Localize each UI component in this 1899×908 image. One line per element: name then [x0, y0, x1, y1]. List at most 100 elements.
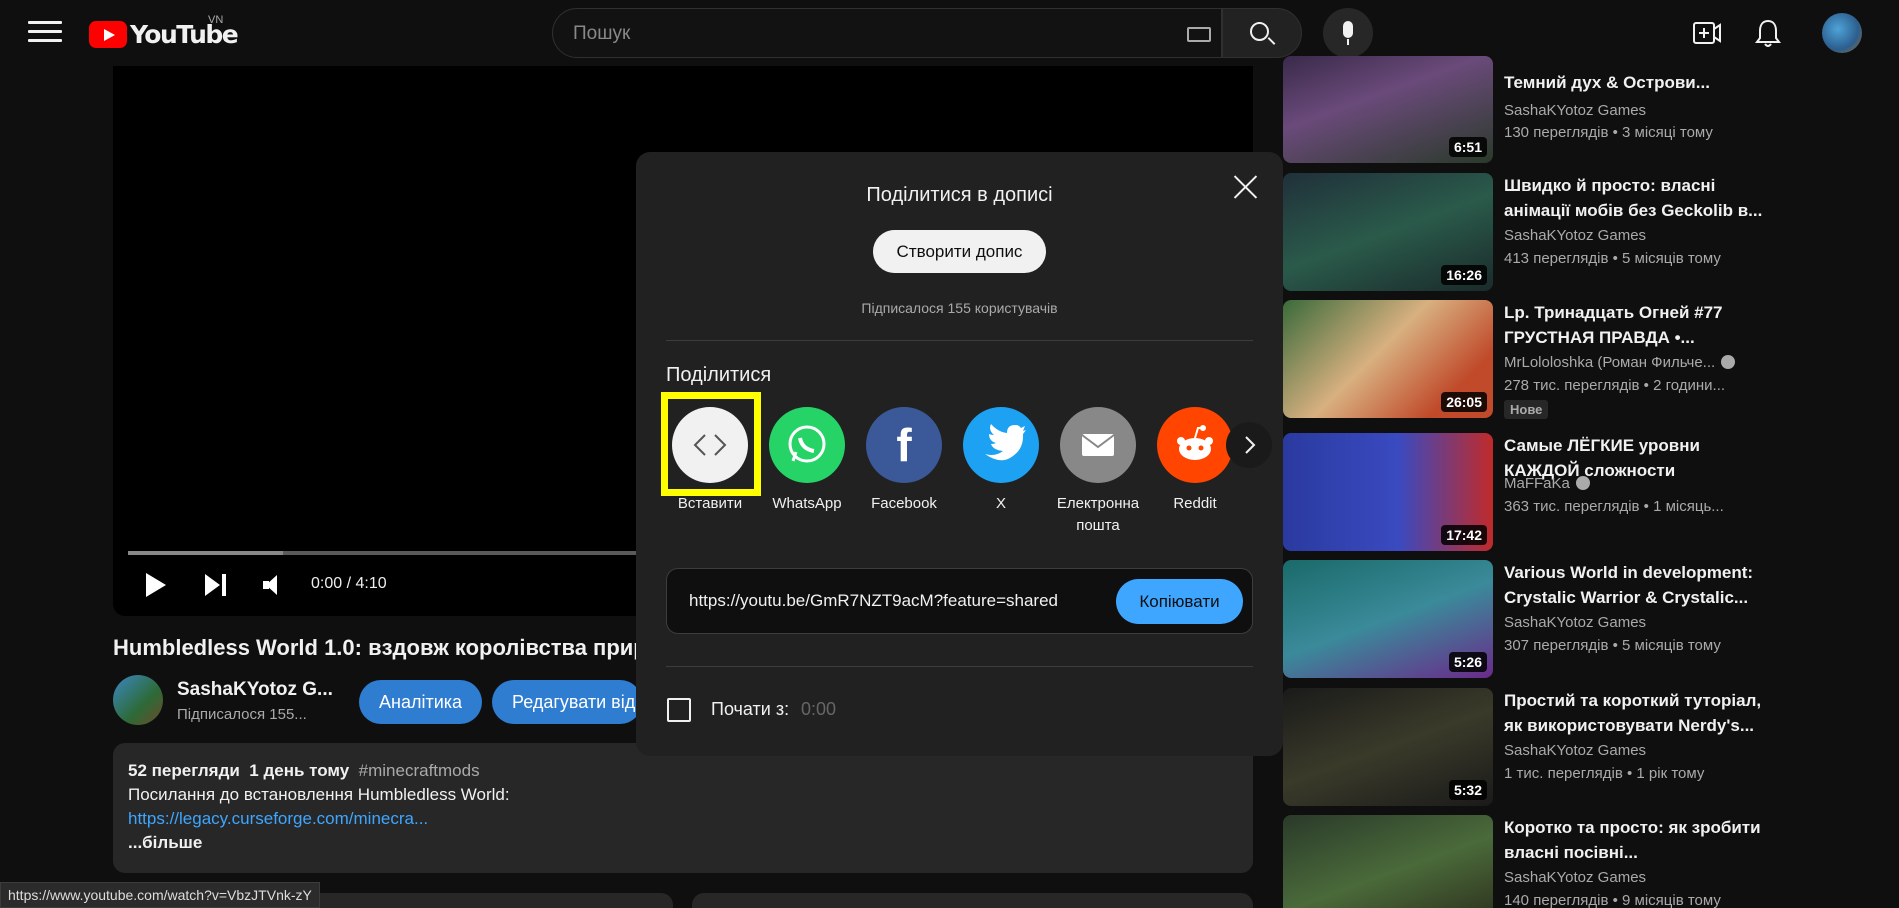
share-reddit-label: Reddit	[1173, 495, 1217, 512]
svg-text:f: f	[896, 419, 912, 471]
share-email-label: Електронна пошта	[1056, 495, 1140, 534]
verified-icon	[1721, 355, 1736, 369]
twitter-icon	[963, 407, 1039, 483]
dialog-title: Поділитися в дописі	[866, 184, 1053, 206]
recommended-meta: 413 переглядів • 5 місяців тому	[1504, 250, 1721, 267]
create-post-button[interactable]: Створити допис	[873, 230, 1046, 273]
upload-date: 1 день тому	[249, 761, 350, 780]
video-thumbnail[interactable]	[1283, 815, 1493, 908]
recommended-video[interactable]: Коротко та просто: як зробити власні пос…	[1283, 815, 1883, 908]
recommended-video[interactable]: 5:26 Various World in development: Crysta…	[1283, 560, 1883, 680]
recommended-meta: 278 тис. переглядів • 2 години...	[1504, 377, 1726, 394]
embed-highlight-box	[661, 392, 761, 496]
share-whatsapp-label: WhatsApp	[772, 495, 842, 512]
show-more-button[interactable]: ...більше	[128, 833, 1238, 853]
video-thumbnail[interactable]: 6:51	[1283, 56, 1493, 163]
share-dialog: Поділитися в дописі Створити допис Підпи…	[636, 152, 1283, 756]
subscribers-count: Підписалося 155 користувачів	[861, 300, 1058, 316]
account-avatar[interactable]	[1822, 13, 1862, 53]
channel-subscribers: Підписалося 155...	[177, 706, 307, 723]
description-text: Посилання до встановлення Humbledless Wo…	[128, 785, 510, 804]
recommended-channel[interactable]: SashaKYotoz Games	[1504, 869, 1646, 886]
share-embed-label: Вставити	[677, 495, 743, 512]
recommended-channel[interactable]: SashaKYotoz Games	[1504, 742, 1646, 759]
video-duration: 17:42	[1441, 525, 1487, 545]
recommended-video[interactable]: 26:05 Lp. Тринадцать Огней #77 ГРУСТНАЯ П…	[1283, 300, 1883, 420]
search-button[interactable]	[1222, 8, 1302, 58]
recommended-title[interactable]: Various World in development: Crystalic …	[1504, 560, 1764, 610]
youtube-play-icon	[89, 21, 127, 48]
recommended-video[interactable]: 16:26 Швидко й просто: власні анімації мо…	[1283, 173, 1883, 293]
recommended-video[interactable]: 6:51 Темний дух & Острови... SashaKYotoz G…	[1283, 56, 1883, 176]
progress-buffered	[128, 551, 284, 555]
edit-video-button[interactable]: Редагувати від	[492, 680, 642, 724]
video-thumbnail[interactable]: 26:05	[1283, 300, 1493, 418]
recommended-video[interactable]: 17:42 Самые ЛЁГКИЕ уровни КАЖДОЙ сложност…	[1283, 433, 1883, 553]
recommended-title[interactable]: Lp. Тринадцать Огней #77 ГРУСТНАЯ ПРАВДА…	[1504, 300, 1764, 350]
video-thumbnail[interactable]: 16:26	[1283, 173, 1493, 291]
recommended-meta: 307 переглядів • 5 місяців тому	[1504, 637, 1721, 654]
share-facebook-label: Facebook	[871, 495, 937, 512]
hashtag-link[interactable]: #minecraftmods	[359, 761, 480, 780]
share-scroll-next[interactable]	[1226, 422, 1272, 468]
recommended-title[interactable]: Простий та короткий туторіал, як викорис…	[1504, 688, 1764, 738]
share-url[interactable]: https://youtu.be/GmR7NZT9acM?feature=sha…	[689, 591, 1058, 611]
search-placeholder: Пошук	[573, 23, 631, 44]
channel-avatar[interactable]	[113, 675, 163, 725]
recommended-meta: 363 тис. переглядів • 1 місяць...	[1504, 498, 1724, 515]
recommended-channel[interactable]: MaFFaKa	[1504, 475, 1590, 492]
search-input[interactable]: Пошук	[552, 8, 1222, 58]
close-icon[interactable]	[1232, 174, 1258, 200]
time-display: 0:00 / 4:10	[311, 575, 387, 592]
comment-card	[692, 893, 1253, 908]
whatsapp-icon	[769, 407, 845, 483]
video-thumbnail[interactable]: 17:42	[1283, 433, 1493, 551]
share-email[interactable]: Електронна пошта	[1053, 407, 1143, 537]
volume-icon[interactable]	[263, 575, 283, 595]
copy-button[interactable]: Копіювати	[1116, 579, 1243, 624]
recommended-channel[interactable]: SashaKYotoz Games	[1504, 227, 1646, 244]
share-x[interactable]: X	[956, 407, 1046, 515]
video-title: Humbledless World 1.0: вздовж королівств…	[113, 635, 647, 660]
create-video-icon[interactable]	[1693, 20, 1721, 46]
play-icon[interactable]	[146, 573, 166, 597]
recommended-title[interactable]: Темний дух & Острови...	[1504, 70, 1764, 95]
description-box[interactable]: 52 перегляди 1 день тому #minecraftmods …	[113, 743, 1253, 873]
recommended-channel[interactable]: MrLololoshka (Роман Фильче...	[1504, 354, 1736, 371]
divider	[666, 666, 1253, 667]
video-duration: 5:32	[1448, 780, 1487, 800]
channel-name[interactable]: SashaKYotoz G...	[177, 679, 333, 701]
notifications-bell-icon[interactable]	[1755, 18, 1781, 48]
recommended-channel[interactable]: SashaKYotoz Games	[1504, 102, 1646, 119]
menu-icon[interactable]	[28, 21, 62, 45]
recommended-title[interactable]: Коротко та просто: як зробити власні пос…	[1504, 815, 1764, 865]
recommended-channel[interactable]: SashaKYotoz Games	[1504, 614, 1646, 631]
video-thumbnail[interactable]: 5:26	[1283, 560, 1493, 678]
keyboard-icon[interactable]	[1187, 27, 1211, 42]
video-duration: 16:26	[1441, 265, 1487, 285]
start-at-time[interactable]: 0:00	[801, 699, 836, 720]
video-thumbnail[interactable]: 5:32	[1283, 688, 1493, 806]
recommended-title[interactable]: Швидко й просто: власні анімації мобів б…	[1504, 173, 1764, 223]
recommended-video[interactable]: 5:32 Простий та короткий туторіал, як вик…	[1283, 688, 1883, 808]
share-url-field[interactable]: https://youtu.be/GmR7NZT9acM?feature=sha…	[666, 568, 1253, 634]
share-facebook[interactable]: f Facebook	[859, 407, 949, 515]
share-whatsapp[interactable]: WhatsApp	[762, 407, 852, 515]
start-at-label: Почати з:	[711, 699, 790, 719]
start-at-checkbox[interactable]	[667, 698, 691, 722]
description-link[interactable]: https://legacy.curseforge.com/minecra...	[128, 809, 1238, 829]
analytics-button[interactable]: Аналітика	[359, 680, 483, 724]
microphone-icon	[1343, 21, 1353, 38]
search-icon	[1250, 22, 1269, 41]
view-count: 52 перегляди	[128, 761, 240, 780]
new-badge: Нове	[1504, 400, 1549, 419]
status-bar-url: https://www.youtube.com/watch?v=VbzJTVnk…	[0, 882, 320, 908]
chevron-right-icon	[1245, 436, 1256, 454]
video-duration: 6:51	[1448, 137, 1487, 157]
next-icon[interactable]	[205, 574, 229, 596]
email-icon	[1060, 407, 1136, 483]
recommended-meta: 140 переглядів • 9 місяців тому	[1504, 892, 1721, 908]
country-code: VN	[208, 14, 224, 26]
voice-search-button[interactable]	[1323, 8, 1373, 58]
reddit-icon	[1157, 407, 1233, 483]
